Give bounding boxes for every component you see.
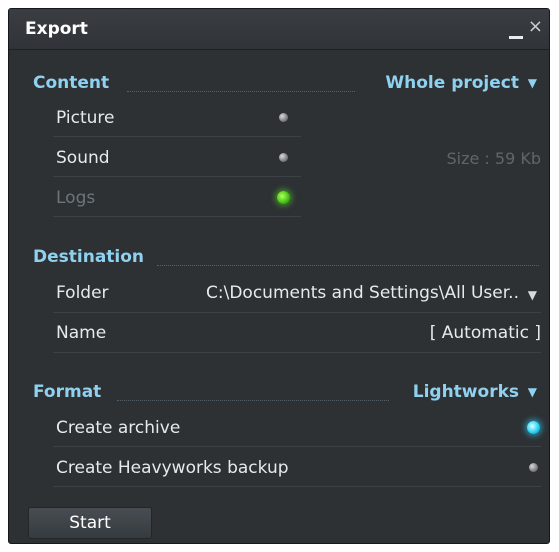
format-dotted-leader — [117, 400, 389, 401]
content-dropdown-caret-icon[interactable]: ▼ — [528, 76, 537, 90]
sound-label: Sound — [56, 148, 110, 168]
size-info: Size : 59 Kb — [446, 149, 542, 168]
close-icon[interactable]: × — [528, 17, 543, 37]
title-bar[interactable]: Export × — [9, 9, 549, 50]
row-divider — [53, 216, 301, 217]
logs-label: Logs — [56, 188, 96, 208]
start-button[interactable]: Start — [28, 507, 152, 539]
export-window: Export × Content Whole project ▼ Picture… — [8, 8, 550, 544]
name-label: Name — [56, 323, 107, 343]
format-dropdown-caret-icon[interactable]: ▼ — [528, 385, 537, 399]
row-divider — [53, 136, 301, 137]
picture-toggle-led-icon[interactable] — [279, 113, 288, 122]
content-heading: Content — [33, 73, 110, 93]
heavyworks-backup-label: Create Heavyworks backup — [56, 458, 289, 478]
format-heading: Format — [33, 382, 102, 402]
row-divider — [53, 312, 541, 313]
content-scope-dropdown[interactable]: Whole project — [385, 73, 519, 93]
picture-label: Picture — [56, 108, 115, 128]
row-divider — [53, 176, 301, 177]
row-divider — [53, 486, 541, 487]
folder-path-dropdown[interactable]: C:\Documents and Settings\All User.. — [206, 283, 519, 303]
name-field[interactable]: [ Automatic ] — [430, 323, 541, 343]
logs-toggle-led-icon — [277, 191, 290, 204]
minimize-icon[interactable] — [509, 21, 523, 39]
destination-heading: Destination — [33, 247, 145, 267]
content-dotted-leader — [127, 91, 355, 92]
heavyworks-backup-toggle-led-icon[interactable] — [529, 463, 538, 472]
folder-dropdown-caret-icon[interactable]: ▼ — [528, 288, 537, 302]
destination-dotted-leader — [157, 265, 539, 266]
row-divider — [53, 446, 541, 447]
create-archive-label: Create archive — [56, 418, 181, 438]
format-dropdown[interactable]: Lightworks — [413, 382, 519, 402]
create-archive-toggle-led-icon[interactable] — [527, 421, 540, 434]
sound-toggle-led-icon[interactable] — [279, 153, 288, 162]
row-divider — [53, 352, 541, 353]
folder-label: Folder — [56, 283, 109, 303]
window-title: Export — [25, 19, 88, 39]
